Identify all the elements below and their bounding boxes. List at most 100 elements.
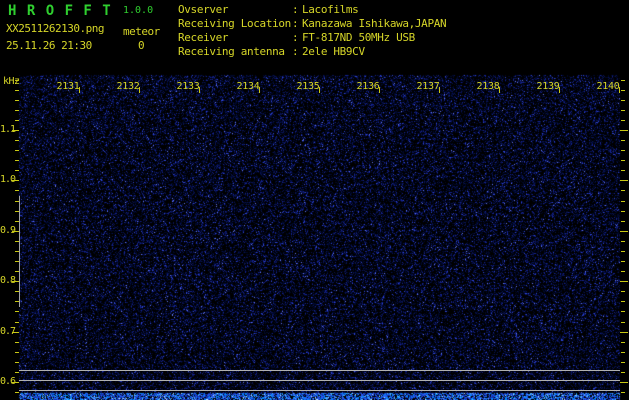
freq-minor-tick-right: [621, 371, 625, 373]
freq-major-tick-right: [620, 230, 628, 232]
freq-major-tick-left: [12, 281, 19, 283]
freq-minor-tick-left: [15, 89, 19, 91]
freq-minor-tick-right: [621, 361, 625, 363]
freq-minor-tick-left: [15, 79, 19, 81]
info-label: Ovserver: [178, 3, 229, 16]
time-tick-label: 2138: [476, 81, 500, 92]
freq-major-tick-right: [620, 130, 628, 131]
freq-minor-tick-right: [621, 160, 625, 162]
freq-minor-tick-right: [621, 99, 625, 101]
info-label: Receiving antenna: [178, 45, 285, 58]
time-tick-mark: [319, 87, 320, 93]
freq-minor-tick-right: [621, 119, 625, 121]
freq-minor-tick-left: [15, 321, 19, 323]
output-filename: XX2511262130.png: [6, 22, 104, 35]
station-info-row: Receiving antenna:2ele HB9CV: [178, 45, 618, 59]
time-tick-mark: [619, 87, 620, 93]
freq-minor-tick-right: [621, 392, 625, 394]
freq-minor-tick-left: [15, 160, 19, 162]
observation-datetime: 25.11.26 21:30: [6, 39, 92, 52]
time-tick-mark: [559, 87, 560, 93]
info-value: FT-817ND 50MHz USB: [302, 31, 415, 44]
freq-minor-tick-right: [621, 79, 625, 81]
reference-line: [19, 380, 620, 381]
freq-major-tick-right: [620, 331, 628, 333]
freq-minor-tick-right: [621, 311, 625, 313]
info-colon: :: [292, 17, 299, 30]
freq-minor-tick-right: [621, 291, 625, 293]
freq-minor-tick-right: [621, 150, 625, 152]
freq-minor-tick-left: [15, 150, 19, 152]
freq-major-tick-right: [620, 382, 628, 383]
meteor-count: 0: [138, 39, 145, 52]
freq-major-tick-left: [12, 180, 19, 182]
freq-minor-tick-right: [621, 170, 625, 172]
freq-minor-tick-right: [621, 220, 625, 222]
info-value: 2ele HB9CV: [302, 45, 365, 58]
freq-minor-tick-right: [621, 140, 625, 142]
freq-minor-tick-left: [15, 170, 19, 172]
freq-minor-tick-left: [15, 361, 19, 363]
station-info-row: Ovserver: Lacofilms: [178, 3, 618, 17]
station-info-row: Receiving Location: Kanazawa Ishikawa,JAP…: [178, 17, 618, 31]
time-tick-label: 2139: [536, 81, 560, 92]
time-tick-label: 2131: [56, 81, 80, 92]
freq-minor-tick-right: [621, 109, 625, 111]
freq-major-tick-left: [12, 382, 19, 383]
freq-minor-tick-right: [621, 341, 625, 343]
time-tick-label: 2133: [176, 81, 200, 92]
freq-minor-tick-right: [621, 250, 625, 252]
app-title: H R O F F T: [8, 3, 112, 19]
time-tick-label: 2134: [236, 81, 260, 92]
freq-minor-tick-left: [15, 109, 19, 111]
left-marker-line: [19, 196, 20, 307]
freq-minor-tick-left: [15, 99, 19, 101]
app-version: 1.0.0: [123, 5, 154, 16]
freq-minor-tick-right: [621, 240, 625, 242]
freq-minor-tick-right: [621, 89, 625, 91]
freq-major-tick-right: [620, 180, 628, 182]
info-label: Receiver: [178, 31, 229, 44]
station-info-row: Receiver: FT-817ND 50MHz USB: [178, 31, 618, 45]
freq-major-tick-left: [12, 230, 19, 232]
info-value: Kanazawa Ishikawa,JAPAN: [302, 17, 447, 30]
freq-minor-tick-left: [15, 311, 19, 313]
info-colon: :: [292, 3, 299, 16]
freq-minor-tick-left: [15, 371, 19, 373]
hrofft-window: H R O F F T 1.0.0 XX2511262130.png meteo…: [0, 0, 629, 400]
info-colon: :: [292, 45, 299, 58]
time-tick-label: 2137: [416, 81, 440, 92]
info-value: Lacofilms: [302, 3, 359, 16]
freq-major-tick-right: [620, 281, 628, 283]
freq-minor-tick-right: [621, 210, 625, 212]
time-tick-mark: [439, 87, 440, 93]
freq-minor-tick-left: [15, 119, 19, 121]
info-label: Receiving Location: [178, 17, 291, 30]
spectrogram-noise-field: [0, 0, 629, 400]
time-tick-label: 2140: [596, 81, 620, 92]
freq-minor-tick-right: [621, 261, 625, 263]
freq-minor-tick-right: [621, 321, 625, 323]
time-tick-mark: [139, 87, 140, 93]
time-tick-mark: [259, 87, 260, 93]
freq-axis-unit-label: kHz: [3, 76, 20, 87]
info-colon: :: [292, 31, 299, 44]
freq-minor-tick-left: [15, 392, 19, 394]
time-tick-mark: [199, 87, 200, 93]
time-tick-mark: [79, 87, 80, 93]
freq-minor-tick-left: [15, 351, 19, 353]
time-tick-label: 2136: [356, 81, 380, 92]
freq-minor-tick-left: [15, 341, 19, 343]
reference-line: [19, 390, 620, 391]
time-tick-label: 2135: [296, 81, 320, 92]
reference-line: [19, 370, 620, 371]
freq-minor-tick-left: [15, 190, 19, 192]
time-tick-label: 2132: [116, 81, 140, 92]
freq-major-tick-left: [12, 130, 19, 131]
freq-minor-tick-right: [621, 351, 625, 353]
station-info-block: Ovserver: Lacofilms Receiving Location: Kan…: [178, 3, 618, 59]
time-tick-mark: [499, 87, 500, 93]
freq-minor-tick-right: [621, 190, 625, 192]
freq-minor-tick-right: [621, 271, 625, 273]
freq-minor-tick-right: [621, 200, 625, 202]
